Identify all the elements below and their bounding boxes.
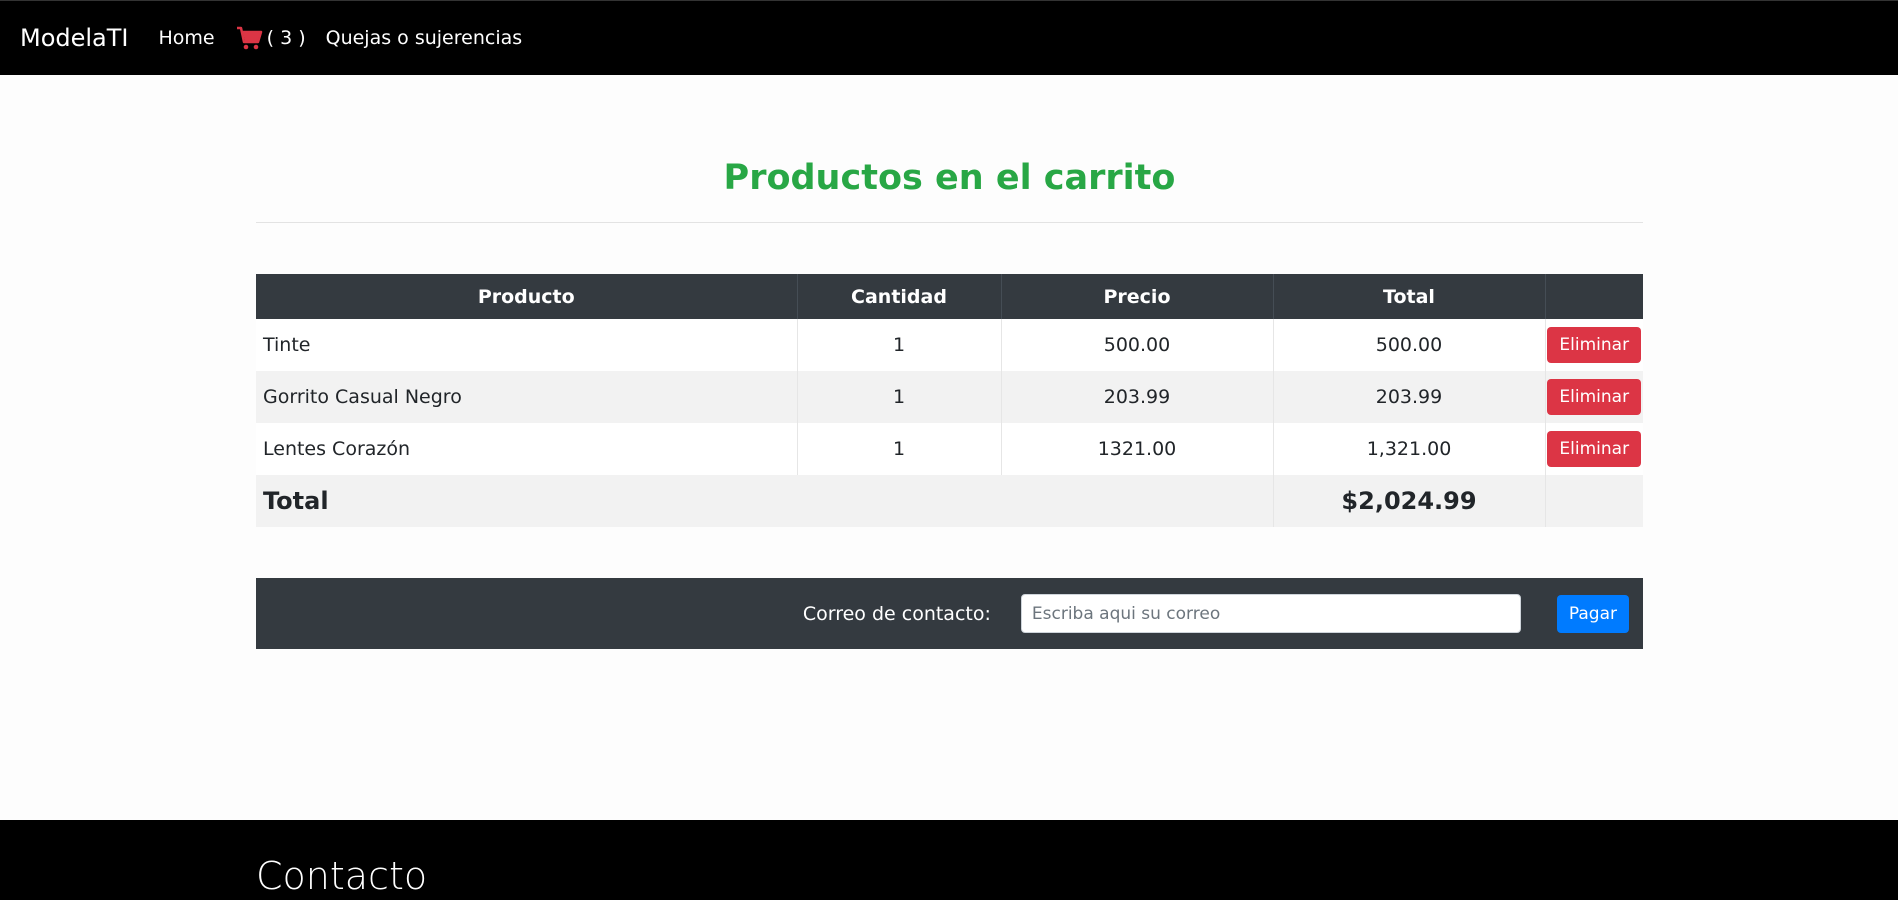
cart-table: Producto Cantidad Precio Total Tinte 1 5… (256, 274, 1643, 527)
delete-button[interactable]: Eliminar (1547, 379, 1642, 415)
table-row: Lentes Corazón 1 1321.00 1,321.00 Elimin… (256, 423, 1643, 475)
cell-quantity: 1 (797, 319, 1002, 371)
nav-home-link[interactable]: Home (159, 27, 215, 49)
footer-title: Contacto (256, 854, 428, 898)
cell-price: 1321.00 (1001, 423, 1274, 475)
cell-actions: Eliminar (1545, 319, 1643, 371)
cell-total: 500.00 (1273, 319, 1546, 371)
cell-actions: Eliminar (1545, 423, 1643, 475)
cell-quantity: 1 (797, 371, 1002, 423)
nav-complaints-link[interactable]: Quejas o sujerencias (326, 27, 523, 49)
footer: Contacto (0, 820, 1898, 900)
header-quantity: Cantidad (797, 274, 1002, 319)
page-title: Productos en el carrito (723, 158, 1176, 198)
delete-button[interactable]: Eliminar (1547, 327, 1642, 363)
email-input[interactable] (1020, 594, 1521, 633)
header-total: Total (1273, 274, 1546, 319)
cell-total: 203.99 (1273, 371, 1546, 423)
header-price: Precio (1001, 274, 1274, 319)
pay-button[interactable]: Pagar (1556, 594, 1629, 633)
table-header-row: Producto Cantidad Precio Total (256, 274, 1643, 319)
delete-button[interactable]: Eliminar (1547, 431, 1642, 467)
cell-actions: Eliminar (1545, 371, 1643, 423)
cell-product: Gorrito Casual Negro (256, 371, 798, 423)
cell-price: 500.00 (1001, 319, 1274, 371)
checkout-bar: Correo de contacto: Pagar (256, 578, 1643, 649)
table-row: Tinte 1 500.00 500.00 Eliminar (256, 319, 1643, 371)
nav-cart-link[interactable]: ( 3 ) (235, 24, 306, 52)
total-empty-cell (1545, 475, 1643, 527)
table-row: Gorrito Casual Negro 1 203.99 203.99 Eli… (256, 371, 1643, 423)
cart-count: ( 3 ) (266, 27, 306, 49)
header-product: Producto (256, 274, 798, 319)
header-actions (1545, 274, 1643, 319)
total-row: Total $2,024.99 (256, 475, 1643, 527)
cell-price: 203.99 (1001, 371, 1274, 423)
email-label: Correo de contacto: (802, 602, 991, 625)
cell-product: Lentes Corazón (256, 423, 798, 475)
grand-total: $2,024.99 (1273, 475, 1546, 527)
cell-product: Tinte (256, 319, 798, 371)
brand-link[interactable]: ModelaTI (20, 24, 129, 52)
cell-quantity: 1 (797, 423, 1002, 475)
title-divider (256, 222, 1643, 223)
top-navbar: ModelaTI Home ( 3 ) Quejas o sujerencias (0, 0, 1898, 75)
shopping-cart-icon (236, 26, 262, 50)
cell-total: 1,321.00 (1273, 423, 1546, 475)
total-label: Total (256, 475, 1274, 527)
